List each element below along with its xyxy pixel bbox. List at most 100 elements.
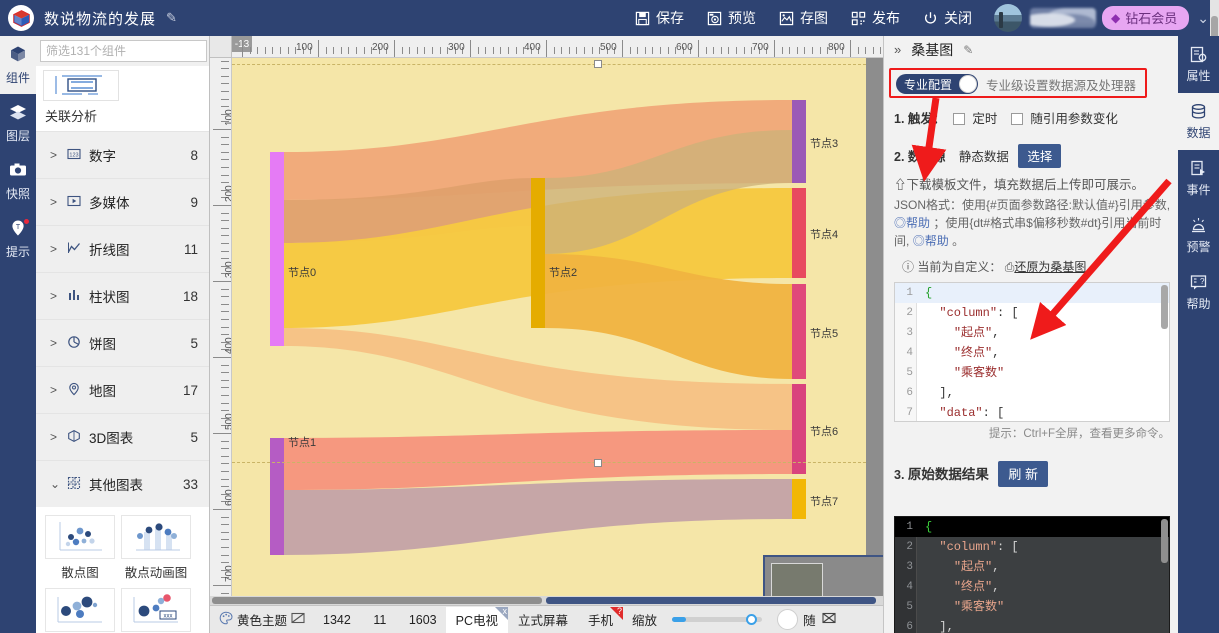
restore-sankey-link[interactable]: 还原为桑基图: [1014, 260, 1086, 274]
category-row-other-charts[interactable]: ⌄ 其他图表 33: [36, 460, 209, 507]
right-tab-properties[interactable]: 属性: [1178, 36, 1219, 93]
category-label: 数字: [89, 149, 116, 164]
user-menu-chevron-down-icon[interactable]: ⌄: [1197, 10, 1209, 27]
username-redacted: [1030, 8, 1097, 28]
category-row-number[interactable]: > 123 数字 8: [36, 131, 209, 178]
design-canvas[interactable]: 节点0 节点1 节点2 节点3 节点4 节点5 节点6 节点7: [232, 58, 883, 618]
ruler-vertical[interactable]: 100200300400500600700800: [210, 58, 232, 618]
component-item-scatter-anim[interactable]: 散点动画图: [121, 515, 191, 581]
category-label: 柱状图: [89, 290, 130, 305]
chevron-right-icon: >: [50, 289, 58, 303]
help-link-datetime[interactable]: ◎帮助: [913, 234, 949, 248]
result-scrollbar[interactable]: [1161, 519, 1168, 563]
sidebar-label-components: 组件: [5, 70, 30, 85]
ruler-h-label: 200: [372, 42, 389, 53]
title-edit-pencil-icon[interactable]: ✎: [166, 10, 177, 26]
theme-selector[interactable]: 黄色主题: [210, 607, 314, 633]
tab-vertical-screen[interactable]: 立式屏幕: [508, 607, 578, 633]
select-datasource-button[interactable]: 选择: [1018, 144, 1062, 168]
component-item-scatter[interactable]: 散点图: [45, 515, 115, 581]
pro-config-toggle[interactable]: 专业配置: [896, 74, 978, 94]
tab-close-x-icon[interactable]: x: [503, 606, 508, 616]
power-icon: [922, 10, 939, 27]
follow-toggle[interactable]: [777, 609, 799, 630]
editor-code-area[interactable]: 1{2 "column": [3 "起点", 4 "终点", 5 "乘客数" 6 ],…: [895, 283, 1169, 421]
zoom-slider-knob[interactable]: [746, 614, 758, 625]
publish-button[interactable]: 发布: [850, 8, 900, 28]
line-number: 1: [906, 287, 913, 299]
selection-handle-top[interactable]: [594, 60, 602, 68]
vip-badge[interactable]: ◆ 钻石会员: [1102, 6, 1190, 30]
tab-pc-tv[interactable]: PC电视 x: [445, 606, 509, 633]
code-text: "data": [: [939, 406, 1005, 420]
rename-pencil-icon[interactable]: ✎: [963, 43, 973, 57]
canvas-scrollbar-horizontal[interactable]: [210, 596, 883, 605]
expand-panel-icon[interactable]: »: [894, 42, 901, 57]
app-root: 数说物流的发展 ✎ 保存 预览 存图 发布 关闭 ◆ 钻石会员 ⌄ 组件 图层 …: [0, 0, 1219, 633]
help-link-params[interactable]: ◎帮助: [894, 216, 930, 230]
result-code-area[interactable]: 1{2 "column": [3 "起点", 4 "终点", 5 "乘客数" 6 ],…: [895, 517, 1169, 633]
trigger-option-scheduled-label: 定时: [972, 112, 998, 126]
category-row-bar-chart[interactable]: > 柱状图 18: [36, 272, 209, 319]
component-item-bubble-evolve[interactable]: xxx 气泡演变图: [121, 588, 191, 633]
components-icon: [9, 45, 27, 67]
code-line: 2 "column": [: [895, 537, 1169, 557]
pie-chart-icon: [66, 335, 82, 352]
sidebar-label-layers: 图层: [5, 128, 30, 143]
component-preview-card[interactable]: 关联分析: [36, 66, 209, 131]
code-text: ],: [939, 386, 954, 400]
selection-handle-bottom[interactable]: [594, 459, 602, 467]
editor-scrollbar[interactable]: [1161, 285, 1168, 329]
preview-button[interactable]: 预览: [706, 8, 756, 28]
refresh-button[interactable]: 刷 新: [998, 461, 1049, 487]
category-label: 折线图: [89, 243, 130, 258]
ruler-h-label: 600: [676, 42, 693, 53]
ruler-horizontal[interactable]: -13 100200300400500600700800: [232, 36, 883, 58]
download-template-row[interactable]: ⇧下载模板文件，填充数据后上传即可展示。: [894, 174, 1144, 193]
code-text: "column": [: [939, 540, 1019, 554]
number-icon: 123: [66, 147, 82, 164]
category-row-3d-chart[interactable]: > 3D图表 5: [36, 413, 209, 460]
ruler-v-label: 500: [224, 413, 232, 430]
zoom-slider[interactable]: [666, 614, 763, 625]
export-image-button[interactable]: 存图: [778, 8, 828, 28]
right-tab-help[interactable]: ? 帮助: [1178, 264, 1219, 321]
checkbox-scheduled[interactable]: [952, 113, 965, 125]
category-row-media[interactable]: > 多媒体 9: [36, 178, 209, 225]
svg-text:123: 123: [69, 152, 78, 158]
zoom-label: 缩放: [632, 614, 658, 628]
category-row-pie-chart[interactable]: > 饼图 5: [36, 319, 209, 366]
right-tab-data[interactable]: 数据: [1178, 93, 1219, 150]
right-tab-events[interactable]: 事件: [1178, 150, 1219, 207]
ruler-h-label: 500: [600, 42, 617, 53]
fit-screen-icon[interactable]: [816, 612, 842, 627]
close-button[interactable]: 关闭: [922, 8, 972, 28]
component-item-bubble[interactable]: 气泡图: [45, 588, 115, 633]
json-editor[interactable]: 1{2 "column": [3 "起点", 4 "终点", 5 "乘客数" 6 ],…: [894, 282, 1170, 422]
page-title: 数说物流的发展: [44, 10, 157, 28]
sidebar-item-components[interactable]: 组件: [0, 36, 36, 94]
save-button[interactable]: 保存: [634, 8, 684, 28]
result-json-viewer[interactable]: 1{2 "column": [3 "起点", 4 "终点", 5 "乘客数" 6 ],…: [894, 516, 1170, 633]
top-bar: 数说物流的发展 ✎ 保存 预览 存图 发布 关闭 ◆ 钻石会员 ⌄: [0, 0, 1219, 36]
tab-mobile[interactable]: 手机 ?: [578, 606, 624, 633]
sidebar-item-tips[interactable]: T 提示: [0, 210, 36, 268]
line-number: 2: [906, 541, 913, 553]
sidebar-item-layers[interactable]: 图层: [0, 94, 36, 152]
search-input[interactable]: [40, 40, 207, 62]
code-text: "乘客数": [953, 366, 1005, 380]
line-number: 1: [906, 521, 913, 533]
canvas-page[interactable]: 节点0 节点1 节点2 节点3 节点4 节点5 节点6 节点7: [232, 58, 866, 605]
category-row-map[interactable]: > 地图 17: [36, 366, 209, 413]
code-text: "column": [: [939, 306, 1019, 320]
pro-config-toggle-label: 专业配置: [904, 77, 953, 92]
canvas-width-value: 1342: [323, 612, 351, 627]
download-template-link[interactable]: 下载模板文件，填充数据后上传即可展示。: [907, 178, 1145, 192]
theme-swap-icon[interactable]: [291, 612, 305, 627]
sidebar-item-snapshot[interactable]: 快照: [0, 152, 36, 210]
canvas-count-value: 11: [373, 612, 387, 627]
checkbox-param-change[interactable]: [1010, 113, 1023, 125]
category-row-line-chart[interactable]: > 折线图 11: [36, 225, 209, 272]
right-tab-alarm[interactable]: 预警: [1178, 207, 1219, 264]
avatar[interactable]: [994, 4, 1023, 32]
